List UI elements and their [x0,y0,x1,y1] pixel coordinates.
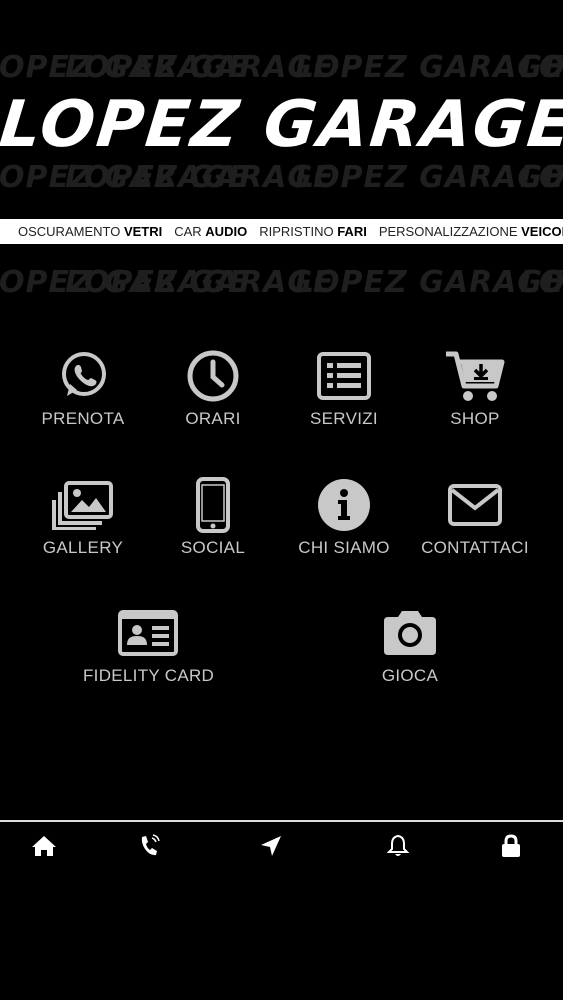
tagline-item: PERSONALIZZAZIONE VEICOLI [378,224,563,239]
tagline-item: RIPRISTINO FARI [259,224,367,239]
menu-item-label: GALLERY [42,538,124,557]
menu-item-label: CHI SIAMO [298,538,390,557]
info-icon [279,474,409,536]
menu-item-gallery[interactable]: GALLERY [18,474,148,558]
bottom-tabbar [0,826,563,866]
bell-icon[interactable] [378,832,418,860]
menu-item-label: CONTATTACI [421,538,529,557]
smartphone-icon [148,474,278,536]
camera-icon [345,602,475,664]
menu-item-label: SERVIZI [310,409,378,428]
envelope-icon [410,474,540,536]
home-icon[interactable] [24,832,64,860]
images-icon [18,474,148,536]
menu-item-label: SOCIAL [180,538,246,557]
menu-item-label: PRENOTA [41,409,125,428]
tabbar-divider [0,820,563,822]
list-icon [279,345,409,407]
menu-item-orari[interactable]: ORARI [148,345,278,429]
clock-icon [148,345,278,407]
menu-item-fidelity-card[interactable]: FIDELITY CARD [83,602,215,686]
menu-item-shop[interactable]: SHOP [410,345,540,429]
header-banner: LOPEZ GARAGE LOPEZ GARAGE LOPEZ GARAGE L… [0,0,563,310]
menu-item-servizi[interactable]: SERVIZI [279,345,409,429]
watermark-logo: LOPEZ GARAGE [520,160,563,195]
app-logo: LOPEZ GARAGE [0,88,563,162]
cart-download-icon [410,345,540,407]
id-card-icon [83,602,213,664]
menu-item-label: FIDELITY CARD [83,666,215,685]
phone-ring-icon[interactable] [130,832,170,860]
tagline-item: CAR AUDIO [174,224,248,239]
lock-icon[interactable] [491,832,531,860]
whatsapp-icon [18,345,148,407]
location-arrow-icon[interactable] [251,832,291,860]
tagline-item: OSCURAMENTO VETRI [18,224,163,239]
watermark-logo: LOPEZ GARAGE [520,265,563,300]
menu-item-label: ORARI [185,409,241,428]
menu-item-gioca[interactable]: GIOCA [345,602,475,686]
menu-item-label: SHOP [450,409,500,428]
menu-item-social[interactable]: SOCIAL [148,474,278,558]
menu-item-chi-siamo[interactable]: CHI SIAMO [279,474,409,558]
services-tagline: OSCURAMENTO VETRI CAR AUDIO RIPRISTINO F… [0,219,563,244]
menu-item-prenota[interactable]: PRENOTA [18,345,148,429]
menu-item-contattaci[interactable]: CONTATTACI [410,474,540,558]
watermark-logo: LOPEZ GARAGE [520,50,563,85]
menu-item-label: GIOCA [381,666,439,685]
